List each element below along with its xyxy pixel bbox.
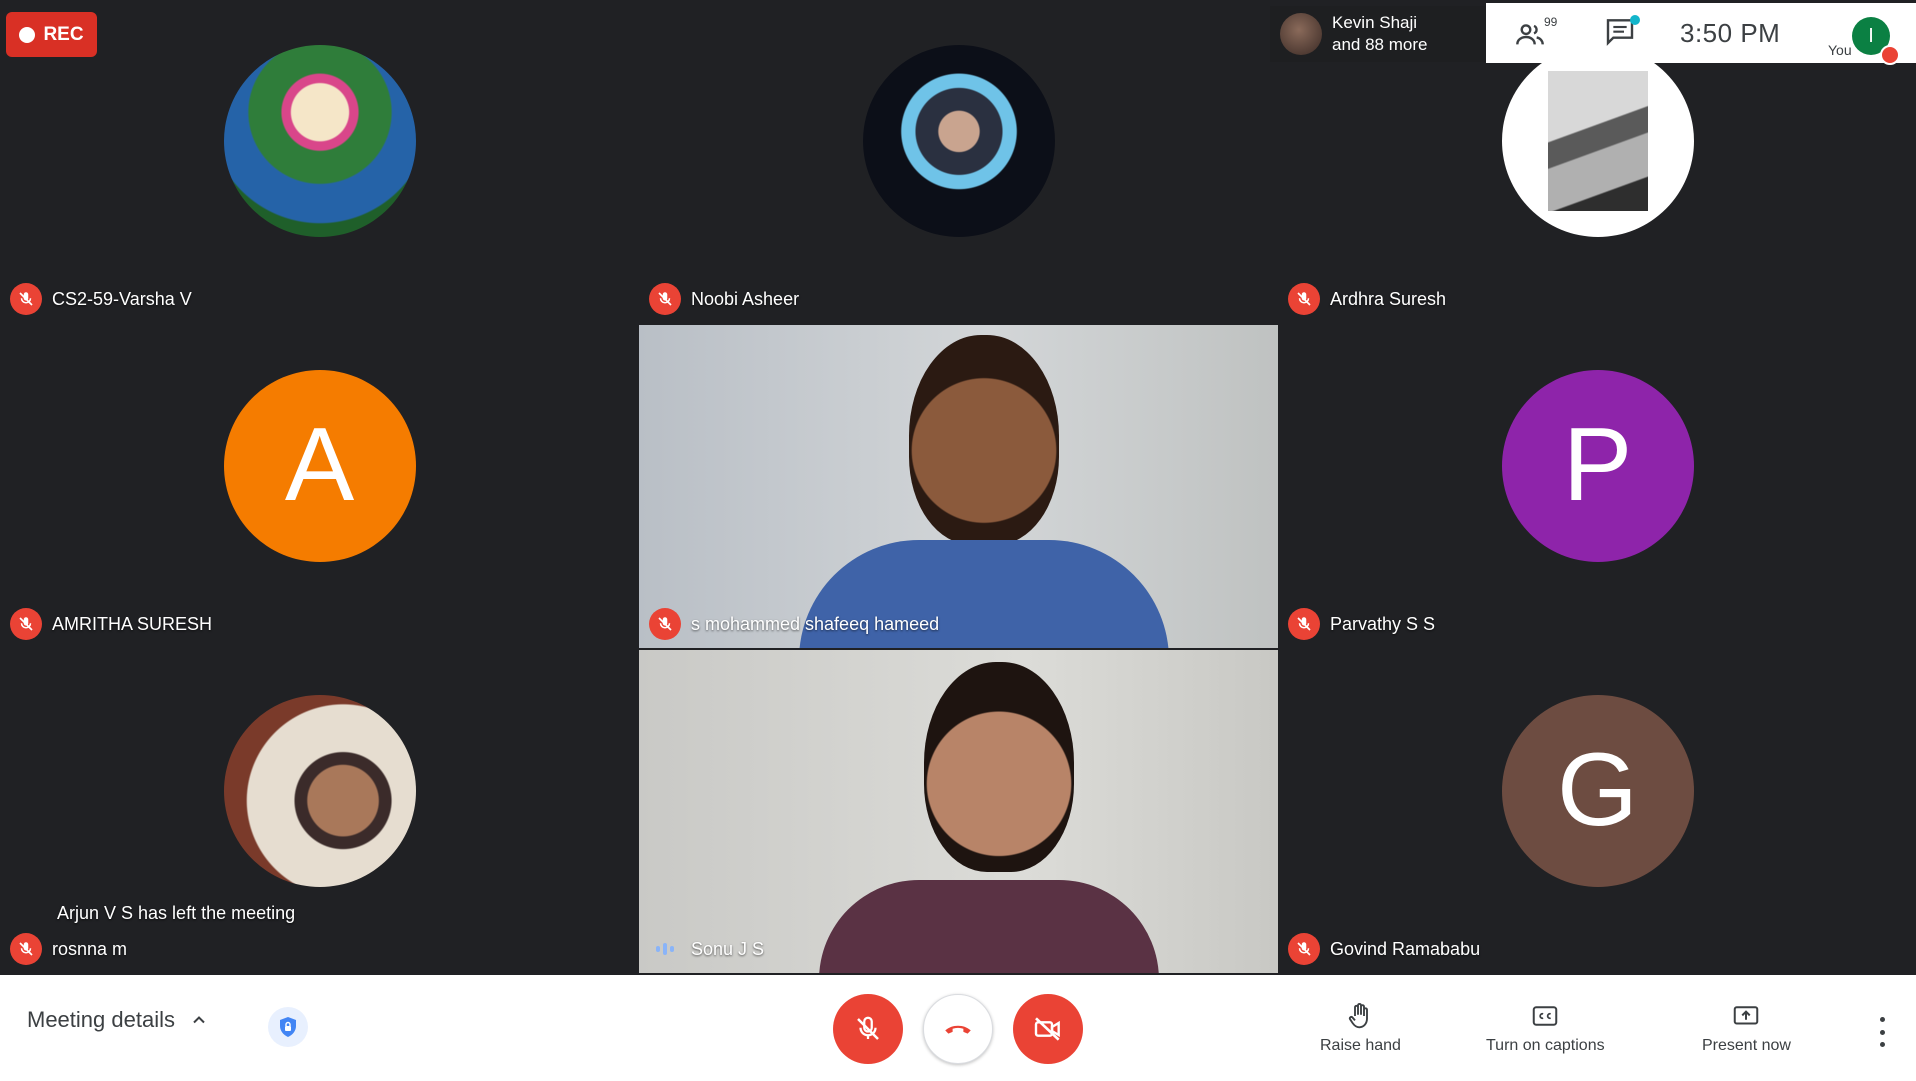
meeting-details-button[interactable]: Meeting details [27,1007,209,1033]
mic-off-icon [857,1016,879,1040]
more-options-icon[interactable] [1872,1017,1892,1047]
avatar-initial: G [1557,732,1638,848]
participant-label: Govind Ramababu [1288,933,1480,965]
participant-label: CS2-59-Varsha V [10,283,192,315]
participant-photo [862,44,1055,237]
participant-label: Noobi Asheer [649,283,799,315]
mic-off-icon [10,608,42,640]
hang-up-icon [945,1025,971,1034]
participant-tile[interactable]: G Govind Ramababu [1278,650,1916,973]
mic-off-icon [649,608,681,640]
participant-photo [1501,44,1694,237]
participant-initial-avatar: A [223,369,416,562]
avatar-initial: P [1562,407,1633,523]
photo-content [1547,70,1648,211]
participant-tile[interactable]: P Parvathy S S [1278,325,1916,648]
participant-label: AMRITHA SURESH [10,608,212,640]
participant-grid: CS2-59-Varsha V Noobi Asheer Ardhra Sure… [0,0,1916,975]
presenter-text: Kevin Shaji and 88 more [1332,12,1427,56]
meeting-details-label: Meeting details [27,1007,175,1032]
self-mic-off-icon [1880,45,1900,65]
participant-tile[interactable]: s mohammed shafeeq hameed [639,325,1278,648]
camera-toggle-button[interactable] [1013,994,1083,1064]
speaking-indicator-icon [649,933,681,965]
participant-photo [223,44,416,237]
participant-name: Ardhra Suresh [1330,288,1447,309]
participant-initial-avatar: G [1501,694,1694,887]
participant-tile[interactable]: rosnna m [0,650,639,973]
mic-off-icon [1288,933,1320,965]
shield-lock-icon [280,1017,296,1037]
leave-call-button[interactable] [923,994,993,1064]
captions-label: Turn on captions [1486,1037,1605,1054]
mic-off-icon [1288,283,1320,315]
record-dot-icon [19,26,36,43]
bottom-bar: Meeting details Raise hand Turn on capti… [0,975,1916,1081]
mic-off-icon [649,283,681,315]
captions-button[interactable]: Turn on captions [1486,1001,1605,1055]
presenter-name: Kevin Shaji [1332,13,1418,32]
left-meeting-toast: Arjun V S has left the meeting [57,903,296,923]
participant-name: rosnna m [52,938,128,959]
participant-name: s mohammed shafeeq hameed [691,613,940,634]
you-label: You [1828,42,1852,58]
participant-label: Sonu J S [649,933,764,965]
present-screen-icon [1734,1006,1759,1025]
self-view[interactable]: You I [1828,11,1900,65]
participant-tile[interactable]: A AMRITHA SURESH [0,325,639,648]
participant-name: CS2-59-Varsha V [52,288,192,309]
present-now-button[interactable]: Present now [1702,1001,1791,1055]
top-bar: 99 3:50 PM You I [1486,3,1916,65]
chevron-up-icon [193,1016,205,1024]
mic-off-icon [10,283,42,315]
closed-captions-icon [1533,1006,1558,1026]
participant-name: Sonu J S [691,938,765,959]
presenter-avatar [1280,13,1322,55]
mic-off-icon [1288,608,1320,640]
people-count: 99 [1544,15,1558,29]
participant-photo [223,694,416,887]
presenter-chip[interactable]: Kevin Shaji and 88 more [1270,6,1486,62]
participant-name: Parvathy S S [1330,613,1436,634]
camera-off-icon [1034,1017,1060,1041]
video-feed [639,650,1278,973]
participant-tile[interactable]: Noobi Asheer [639,0,1278,323]
people-icon [1516,24,1544,45]
participant-label: s mohammed shafeeq hameed [649,608,939,640]
participant-label: Parvathy S S [1288,608,1435,640]
presenter-more: and 88 more [1332,35,1428,54]
clock: 3:50 PM [1680,17,1781,48]
participant-label: rosnna m [10,933,127,965]
chat-button[interactable] [1604,15,1640,51]
participant-name: AMRITHA SURESH [52,613,213,634]
participant-label: Ardhra Suresh [1288,283,1446,315]
video-feed [639,325,1278,648]
avatar-initial: A [284,407,355,523]
chat-notification-dot [1630,15,1640,25]
mic-off-icon [10,933,42,965]
mic-toggle-button[interactable] [833,994,903,1064]
security-button[interactable] [268,1007,308,1047]
raise-hand-label: Raise hand [1320,1037,1401,1054]
participant-name: Govind Ramababu [1330,938,1481,959]
participant-name: Noobi Asheer [691,288,800,309]
participant-initial-avatar: P [1501,369,1694,562]
raise-hand-button[interactable]: Raise hand [1320,1001,1401,1055]
recording-badge[interactable]: REC [6,12,97,57]
participant-tile[interactable]: Sonu J S [639,650,1278,973]
present-now-label: Present now [1702,1037,1791,1054]
hand-icon [1349,1003,1369,1029]
rec-label: REC [43,23,84,45]
people-button[interactable]: 99 [1514,13,1564,53]
